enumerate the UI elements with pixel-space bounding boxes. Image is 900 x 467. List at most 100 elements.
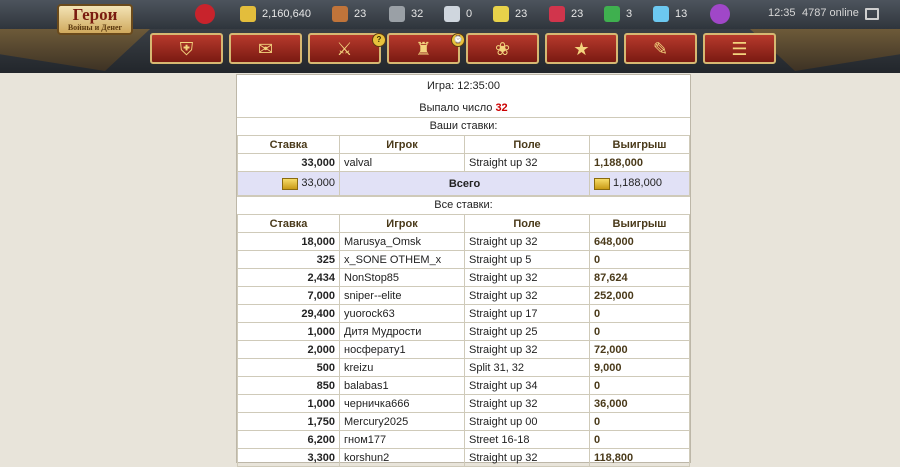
- online-count: 4787 online: [802, 7, 859, 19]
- total-row: 33,000 Всего 1,188,000: [237, 171, 690, 196]
- cake-icon: ❀: [494, 38, 511, 59]
- nav-button[interactable]: ♜ ⌚: [387, 33, 465, 64]
- exit-icon[interactable]: [865, 8, 879, 20]
- column-header: Поле: [464, 135, 590, 154]
- win-amount: 87,624: [589, 268, 690, 287]
- bet-row: 33,000 valval Straight up 32 1,188,000: [237, 153, 690, 172]
- player-name[interactable]: NonStop85: [339, 268, 465, 287]
- bet-amount: 2,000: [237, 340, 340, 359]
- server-time: 12:35: [768, 7, 796, 19]
- wood-icon[interactable]: [332, 6, 348, 22]
- resource-value: 2,160,640: [262, 8, 311, 20]
- ore-icon[interactable]: [389, 6, 405, 22]
- player-name[interactable]: Дитя Мудрости: [339, 322, 465, 341]
- game-logo[interactable]: Герои Войны и Денег: [57, 4, 133, 35]
- bet-field: Straight up 17: [464, 304, 590, 323]
- player-name[interactable]: носферату1: [339, 340, 465, 359]
- column-header: Выигрыш: [589, 135, 690, 154]
- resource-value: 13: [675, 8, 688, 20]
- win-amount: 0: [589, 412, 690, 431]
- tavern-icon: ♜: [415, 38, 432, 59]
- bet-field: Straight up 32: [464, 340, 590, 359]
- bet-field: Straight up 32: [464, 286, 590, 305]
- result-line: Выпало число 32: [237, 99, 690, 117]
- player-name[interactable]: kreizu: [339, 358, 465, 377]
- win-amount: 9,000: [589, 358, 690, 377]
- result-label: Выпало число: [419, 102, 493, 114]
- crystals-icon[interactable]: [549, 6, 565, 22]
- total-bet: 33,000: [301, 177, 335, 190]
- total-label: Всего: [339, 171, 590, 196]
- player-name[interactable]: yuorock63: [339, 304, 465, 323]
- player-name[interactable]: balabas1: [339, 376, 465, 395]
- bet-field: Straight up 34: [464, 376, 590, 395]
- nav-button[interactable]: ⛨: [150, 33, 223, 64]
- bet-field: Straight up 32: [464, 232, 590, 251]
- win-amount: 252,000: [589, 286, 690, 305]
- win-amount: 0: [589, 322, 690, 341]
- player-name[interactable]: Mercury2025: [339, 412, 465, 431]
- diamond-icon[interactable]: [653, 6, 669, 22]
- mana-orb-icon[interactable]: [710, 4, 730, 24]
- game-title: Игра: 12:35:00: [426, 80, 501, 92]
- roulette-results-panel: Игра: 12:35:00 Выпало число 32 Ваши став…: [236, 74, 691, 467]
- resource-value: 3: [626, 8, 633, 20]
- nav-badge[interactable]: ?: [372, 33, 386, 47]
- bet-row: 2,434 NonStop85 Straight up 32 87,624: [237, 268, 690, 287]
- player-name[interactable]: x_SONE OTHEM_x: [339, 250, 465, 269]
- nav-button[interactable]: ✎: [624, 33, 697, 64]
- win-amount: 0: [589, 304, 690, 323]
- bet-row: 3,300 korshun2 Straight up 32 118,800: [237, 448, 690, 467]
- nav-button[interactable]: ★: [545, 33, 618, 64]
- column-header: Выигрыш: [589, 214, 690, 233]
- player-name[interactable]: korshun2: [339, 448, 465, 467]
- quill-icon: ✎: [652, 38, 669, 59]
- player-name[interactable]: черничка666: [339, 394, 465, 413]
- gems-icon[interactable]: [604, 6, 620, 22]
- resource-item: 13: [653, 6, 687, 22]
- result-number: 32: [495, 102, 508, 114]
- bet-amount: 3,300: [237, 448, 340, 467]
- heart-icon[interactable]: [195, 4, 215, 24]
- player-name[interactable]: valval: [339, 153, 465, 172]
- player-name[interactable]: sniper--elite: [339, 286, 465, 305]
- player-name[interactable]: Marusya_Omsk: [339, 232, 465, 251]
- bet-amount: 850: [237, 376, 340, 395]
- bet-amount: 7,000: [237, 286, 340, 305]
- column-header: Поле: [464, 214, 590, 233]
- win-amount: 36,000: [589, 394, 690, 413]
- bet-field: Split 31, 32: [464, 358, 590, 377]
- column-header: Игрок: [339, 214, 465, 233]
- column-header: Ставка: [237, 214, 340, 233]
- resource-item: 23: [332, 6, 366, 22]
- resource-item: [710, 4, 736, 24]
- nav-button[interactable]: ☰: [703, 33, 776, 64]
- mercury-icon[interactable]: [444, 6, 460, 22]
- nav-badge[interactable]: ⌚: [451, 33, 465, 47]
- your-bets-title: Ваши ставки:: [237, 117, 690, 135]
- sulfur-icon[interactable]: [493, 6, 509, 22]
- column-header: Ставка: [237, 135, 340, 154]
- total-win-cell: 1,188,000: [589, 171, 690, 196]
- bet-row: 850 balabas1 Straight up 34 0: [237, 376, 690, 395]
- gold-icon[interactable]: [240, 6, 256, 22]
- bet-field: Straight up 25: [464, 322, 590, 341]
- resource-item: 3: [604, 6, 632, 22]
- column-header: Игрок: [339, 135, 465, 154]
- bet-row: 500 kreizu Split 31, 32 9,000: [237, 358, 690, 377]
- nav-button[interactable]: ❀: [466, 33, 539, 64]
- gold-icon: [594, 177, 610, 190]
- nav-button[interactable]: ✉: [229, 33, 302, 64]
- nav-button[interactable]: ⚔?: [308, 33, 386, 64]
- win-amount: 1,188,000: [589, 153, 690, 172]
- bet-amount: 2,434: [237, 268, 340, 287]
- player-name[interactable]: гном177: [339, 430, 465, 449]
- logo-title: Герои: [72, 5, 118, 24]
- bet-field: Straight up 00: [464, 412, 590, 431]
- bet-row: 325 x_SONE OTHEM_x Straight up 50: [237, 250, 690, 269]
- bet-row: 1,000 Дитя Мудрости Straight up 25 0: [237, 322, 690, 341]
- resource-item: [195, 4, 221, 24]
- bet-amount: 325: [237, 250, 340, 269]
- bet-field: Straight up 32: [464, 448, 590, 467]
- your-bets-table: Ставка Игрок Поле Выигрыш 33,000 valval Strai…: [237, 135, 690, 196]
